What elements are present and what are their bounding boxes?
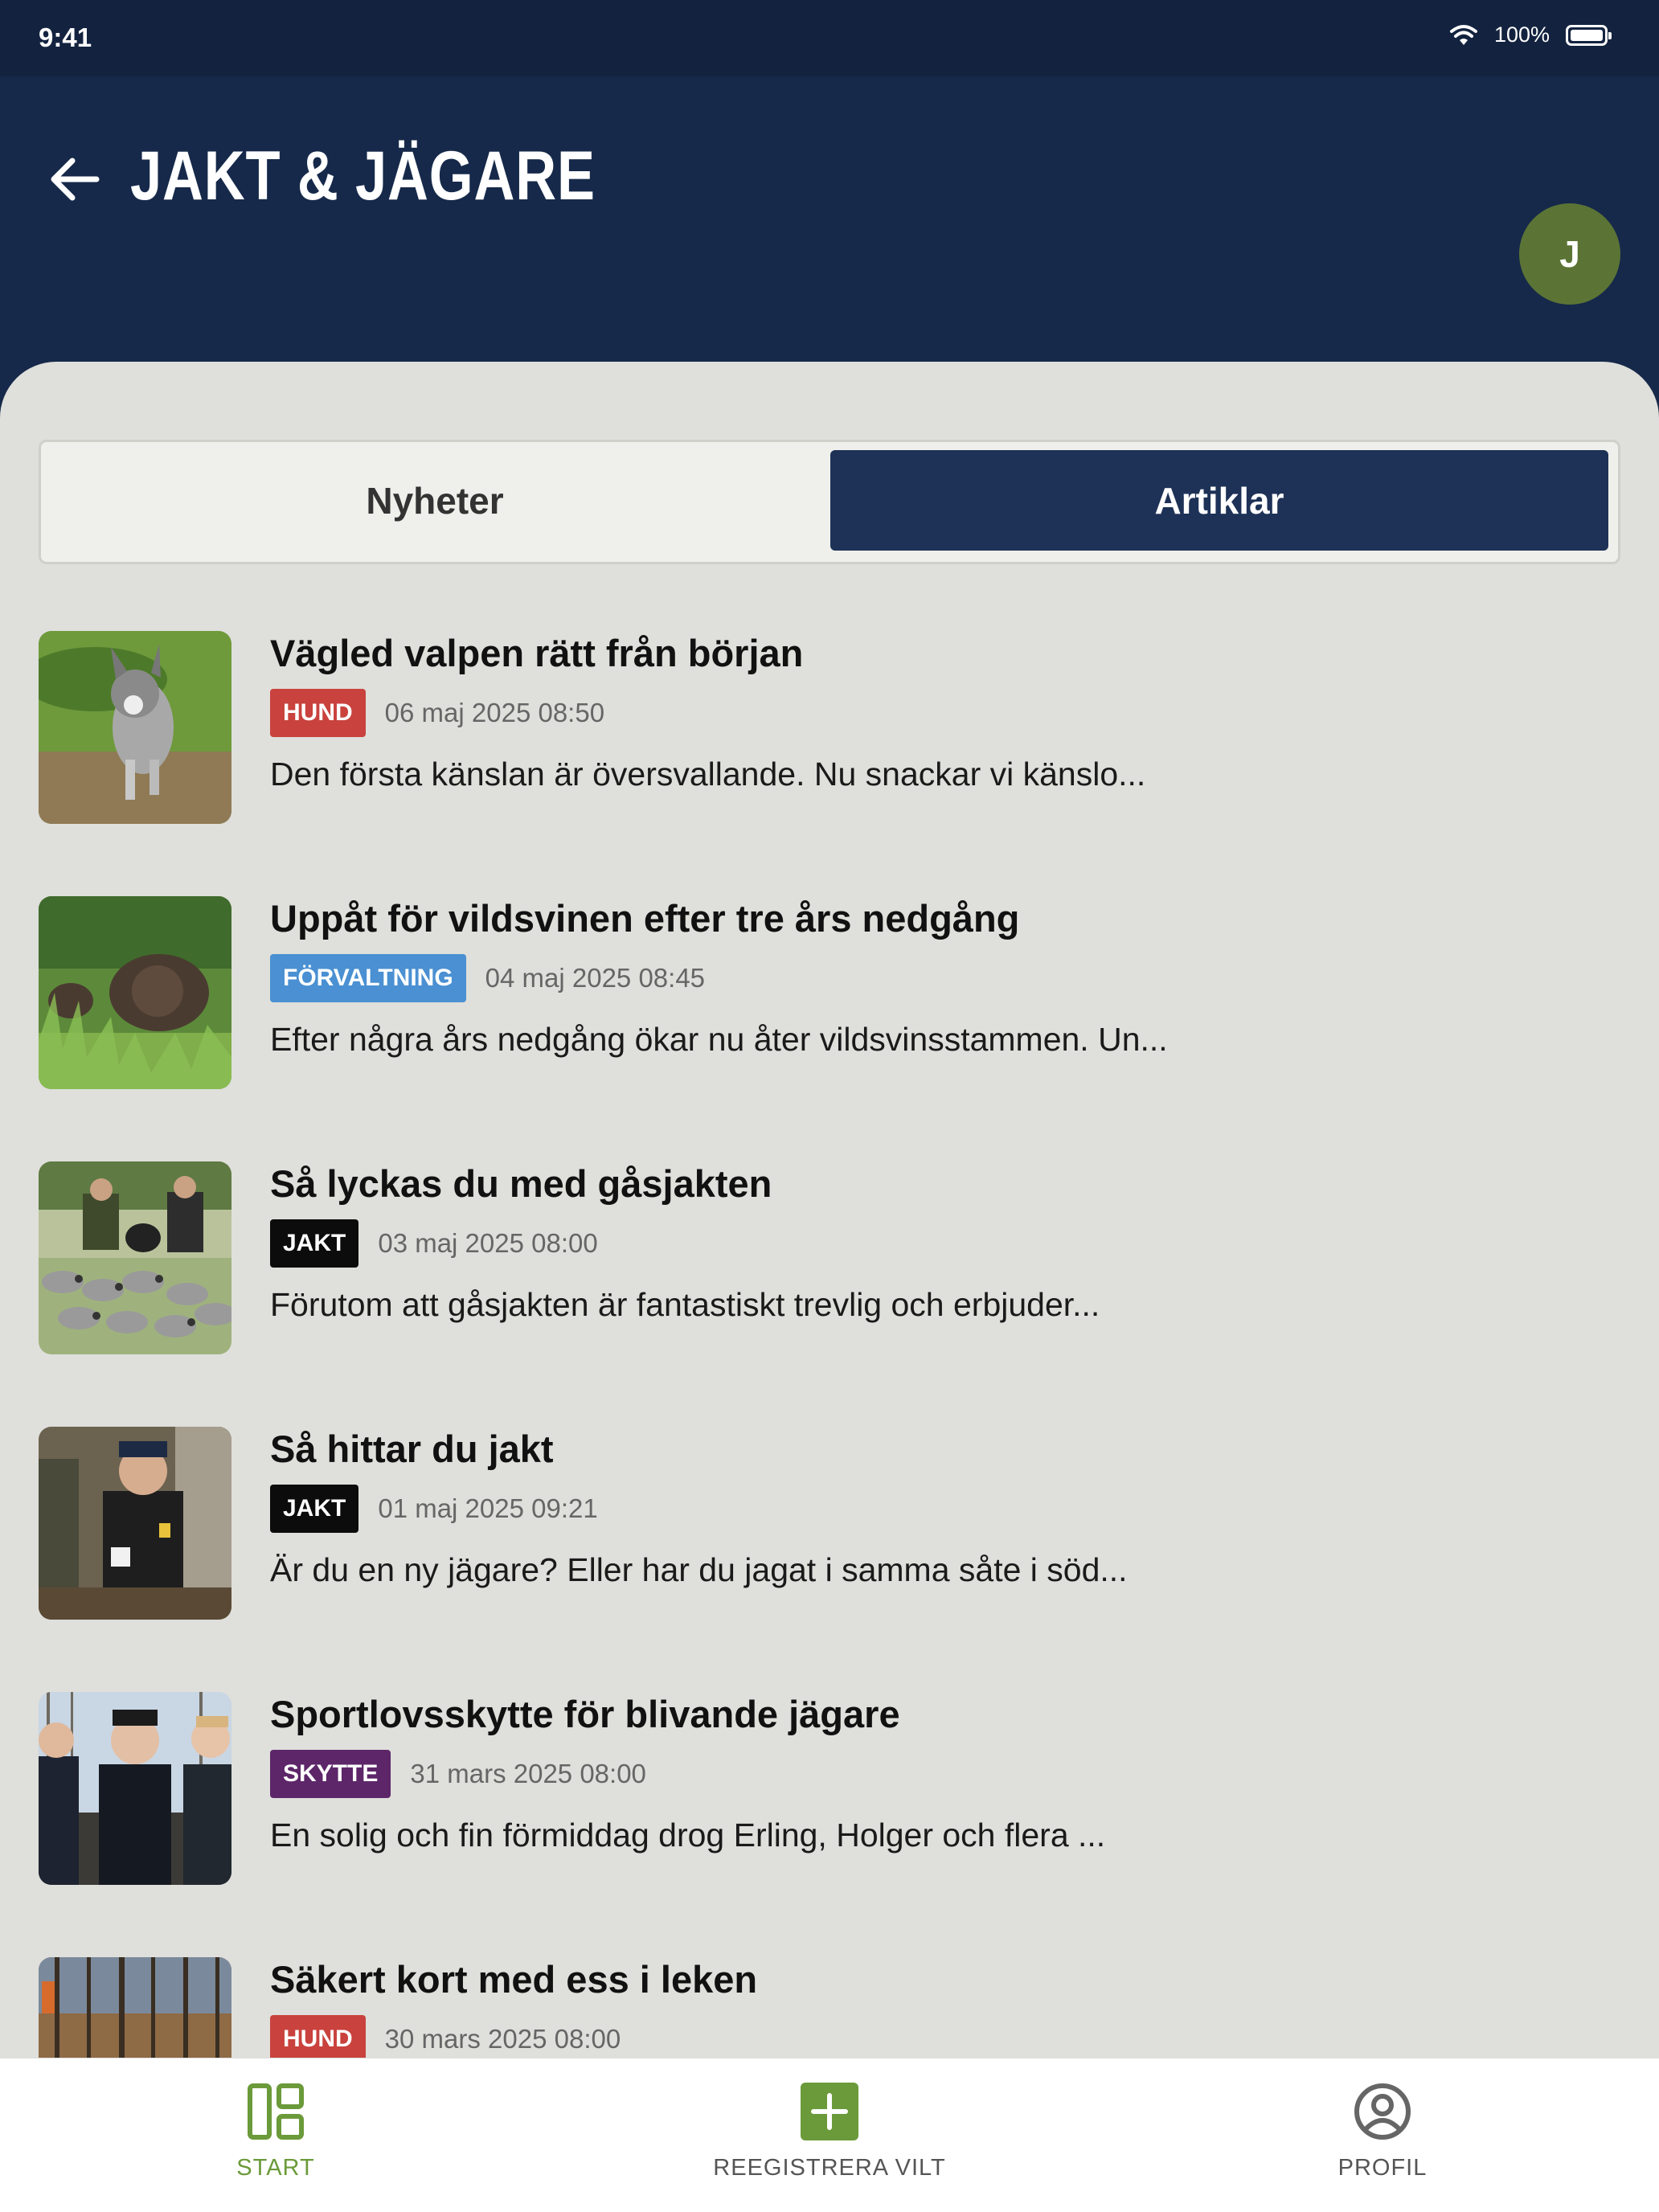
article-thumbnail bbox=[39, 1427, 231, 1620]
article-thumbnail bbox=[39, 1957, 231, 2058]
avatar[interactable]: J bbox=[1519, 203, 1620, 305]
article-thumbnail bbox=[39, 631, 231, 824]
article-excerpt: En solig och fin förmiddag drog Erling, … bbox=[270, 1817, 1106, 1854]
article-excerpt: Är du en ny jägare? Eller har du jagat i… bbox=[270, 1551, 1128, 1588]
article-date: 06 maj 2025 08:50 bbox=[384, 698, 605, 727]
status-time: 9:41 bbox=[39, 23, 92, 52]
article-item[interactable]: Så hittar du jakt JAKT 01 maj 2025 09:21… bbox=[39, 1427, 1620, 1624]
status-bar: 9:41 100% bbox=[0, 0, 1659, 76]
category-badge: FÖRVALTNING bbox=[270, 954, 466, 1002]
battery-percent: 100% bbox=[1493, 23, 1550, 47]
arrow-left-icon[interactable] bbox=[47, 151, 103, 207]
article-title: Så hittar du jakt bbox=[270, 1428, 554, 1470]
article-excerpt: Förutom att gåsjakten är fantastiskt tre… bbox=[270, 1286, 1100, 1323]
nav-profile[interactable]: PROFIL bbox=[1214, 2083, 1551, 2181]
nav-start-label: START bbox=[236, 2155, 315, 2181]
article-title: Så lyckas du med gåsjakten bbox=[270, 1162, 772, 1205]
article-date: 03 maj 2025 08:00 bbox=[378, 1228, 598, 1258]
article-date: 01 maj 2025 09:21 bbox=[378, 1493, 598, 1523]
tab-nyheter[interactable]: Nyheter bbox=[49, 450, 821, 551]
category-badge: HUND bbox=[270, 689, 366, 737]
article-excerpt: Efter några års nedgång ökar nu åter vil… bbox=[270, 1021, 1168, 1058]
article-thumbnail bbox=[39, 896, 231, 1089]
category-badge: SKYTTE bbox=[270, 1750, 391, 1798]
article-thumbnail bbox=[39, 1161, 231, 1354]
article-date: 31 mars 2025 08:00 bbox=[410, 1759, 646, 1788]
article-item[interactable]: Säkert kort med ess i leken HUND 30 mars… bbox=[39, 1957, 1620, 2058]
plus-square-icon bbox=[801, 2083, 858, 2140]
article-excerpt: Den första känslan är översvallande. Nu … bbox=[270, 756, 1146, 793]
page-title: JAKT & JÄGARE bbox=[130, 137, 596, 215]
article-item[interactable]: Vägled valpen rätt från början HUND 06 m… bbox=[39, 631, 1620, 828]
content-panel: Nyheter Artiklar Vägled valpen rätt från… bbox=[0, 362, 1659, 2058]
nav-start[interactable]: START bbox=[107, 2083, 444, 2181]
category-badge: HUND bbox=[270, 2015, 366, 2058]
article-date: 30 mars 2025 08:00 bbox=[384, 2024, 621, 2054]
nav-register-game[interactable]: REEGISTRERA VILT bbox=[661, 2083, 998, 2181]
article-item[interactable]: Så lyckas du med gåsjakten JAKT 03 maj 2… bbox=[39, 1161, 1620, 1358]
article-date: 04 maj 2025 08:45 bbox=[485, 963, 706, 993]
category-badge: JAKT bbox=[270, 1219, 359, 1268]
wifi-icon bbox=[1449, 24, 1477, 45]
segmented-control: Nyheter Artiklar bbox=[39, 440, 1620, 564]
category-badge: JAKT bbox=[270, 1485, 359, 1533]
article-item[interactable]: Uppåt för vildsvinen efter tre års nedgå… bbox=[39, 896, 1620, 1093]
nav-register-label: REEGISTRERA VILT bbox=[713, 2155, 946, 2181]
user-circle-icon bbox=[1354, 2083, 1411, 2140]
nav-profile-label: PROFIL bbox=[1337, 2155, 1428, 2181]
article-thumbnail bbox=[39, 1692, 231, 1885]
battery-icon bbox=[1566, 24, 1612, 46]
article-title: Säkert kort med ess i leken bbox=[270, 1958, 758, 2001]
article-item[interactable]: Sportlovsskytte för blivande jägare SKYT… bbox=[39, 1692, 1620, 1889]
article-title: Sportlovsskytte för blivande jägare bbox=[270, 1693, 900, 1735]
article-title: Uppåt för vildsvinen efter tre års nedgå… bbox=[270, 897, 1020, 940]
article-title: Vägled valpen rätt från början bbox=[270, 632, 804, 674]
dashboard-icon bbox=[248, 2083, 304, 2140]
bottom-navigation: START REEGISTRERA VILT PROFIL bbox=[0, 2058, 1659, 2212]
tab-artiklar[interactable]: Artiklar bbox=[830, 450, 1608, 551]
